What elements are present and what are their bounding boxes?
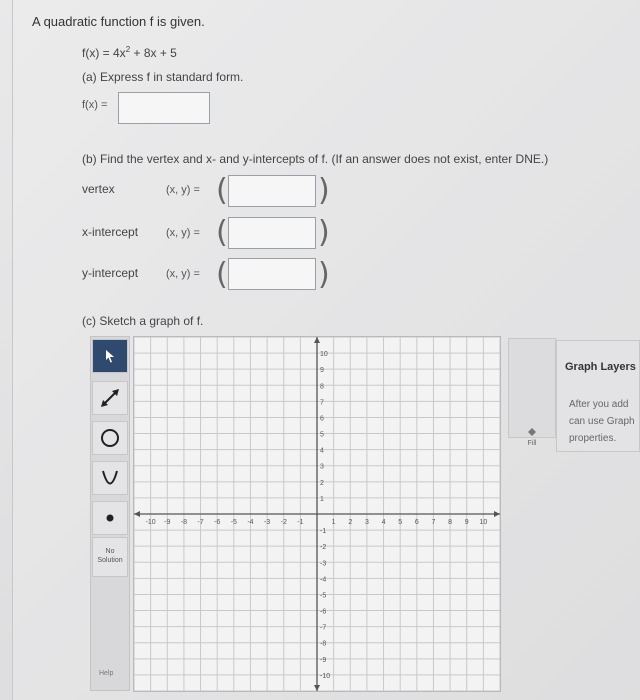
point-icon bbox=[106, 514, 114, 522]
function-rhs: + 8x + 5 bbox=[130, 46, 177, 60]
vertex-xy-label: (x, y) = bbox=[166, 184, 200, 196]
open-paren-icon: ( bbox=[216, 257, 228, 292]
x-tick-label: -4 bbox=[247, 519, 253, 526]
standard-form-input[interactable] bbox=[118, 92, 210, 124]
help-link[interactable]: Help bbox=[99, 670, 113, 677]
x-intercept-input[interactable] bbox=[228, 217, 316, 249]
y-tick-label: -7 bbox=[320, 625, 326, 632]
x-intercept-xy-label: (x, y) = bbox=[166, 227, 200, 239]
fill-bucket-icon bbox=[528, 428, 536, 436]
part-a-instruction: (a) Express f in standard form. bbox=[82, 70, 244, 84]
select-tool-button[interactable] bbox=[92, 339, 128, 373]
x-axis-arrow-icon bbox=[134, 511, 140, 517]
close-paren-icon: ) bbox=[318, 173, 330, 208]
fill-button[interactable]: Fill bbox=[512, 426, 552, 462]
open-paren-icon: ( bbox=[216, 173, 228, 208]
function-definition: f(x) = 4x2 + 8x + 5 bbox=[82, 45, 177, 60]
y-intercept-xy-label: (x, y) = bbox=[166, 268, 200, 280]
y-tick-label: -3 bbox=[320, 560, 326, 567]
x-tick-label: 6 bbox=[415, 519, 419, 526]
x-tick-label: 1 bbox=[332, 519, 336, 526]
line-tool-button[interactable] bbox=[92, 381, 128, 415]
y-intercept-label: y-intercept bbox=[82, 266, 139, 280]
line-icon bbox=[101, 389, 119, 407]
y-tick-label: 6 bbox=[320, 415, 324, 422]
y-tick-label: -2 bbox=[320, 544, 326, 551]
graph-layers-panel: Graph Layers After you add can use Graph… bbox=[556, 340, 640, 452]
vertex-label: vertex bbox=[82, 182, 115, 196]
graph-toolbar: No Solution Help bbox=[90, 336, 130, 691]
close-paren-icon: ) bbox=[318, 257, 330, 292]
x-tick-label: -9 bbox=[164, 519, 170, 526]
circle-tool-button[interactable] bbox=[92, 421, 128, 455]
x-axis-arrow-icon bbox=[494, 511, 500, 517]
x-tick-label: 8 bbox=[448, 519, 452, 526]
x-intercept-label: x-intercept bbox=[82, 225, 139, 239]
graph-layers-line: can use Graph bbox=[569, 416, 635, 427]
y-tick-label: 5 bbox=[320, 432, 324, 439]
y-axis-arrow-icon bbox=[314, 685, 320, 691]
x-tick-label: 4 bbox=[382, 519, 386, 526]
y-tick-label: 1 bbox=[320, 496, 324, 503]
x-tick-label: -8 bbox=[181, 519, 187, 526]
y-tick-label: 4 bbox=[320, 448, 324, 455]
x-tick-label: -1 bbox=[297, 519, 303, 526]
function-lhs: f(x) = 4x bbox=[82, 46, 126, 60]
x-tick-label: 2 bbox=[348, 519, 352, 526]
part-c-instruction: (c) Sketch a graph of f. bbox=[82, 314, 204, 328]
y-tick-label: -5 bbox=[320, 592, 326, 599]
close-paren-icon: ) bbox=[318, 215, 330, 250]
x-tick-label: -3 bbox=[264, 519, 270, 526]
graph-layers-title: Graph Layers bbox=[565, 361, 636, 373]
y-tick-label: -6 bbox=[320, 609, 326, 616]
y-intercept-input[interactable] bbox=[228, 258, 316, 290]
graph-layers-line: After you add bbox=[569, 399, 629, 410]
graph-layers-line: properties. bbox=[569, 433, 617, 444]
circle-icon bbox=[101, 429, 119, 447]
question-prompt: A quadratic function f is given. bbox=[32, 14, 205, 29]
x-tick-label: -2 bbox=[281, 519, 287, 526]
x-tick-label: -5 bbox=[231, 519, 237, 526]
y-tick-label: -9 bbox=[320, 657, 326, 664]
y-tick-label: -8 bbox=[320, 641, 326, 648]
y-tick-label: -4 bbox=[320, 576, 326, 583]
graph-layers-text: After you add can use Graph properties. bbox=[569, 396, 635, 447]
y-tick-label: 10 bbox=[320, 351, 328, 358]
fill-panel bbox=[508, 338, 556, 438]
y-tick-label: -10 bbox=[320, 673, 330, 680]
y-tick-label: 7 bbox=[320, 399, 324, 406]
no-solution-button[interactable]: No Solution bbox=[92, 537, 128, 577]
graph-canvas[interactable]: -10 -9 -8 -7 -6 -5 -4 -3 -2 -1 1 2 3 4 5 6 7 8 9 10 10 9 8 7 6 5 4… bbox=[133, 336, 501, 692]
y-axis-arrow-icon bbox=[314, 337, 320, 343]
vertex-input[interactable] bbox=[228, 175, 316, 207]
x-tick-label: 5 bbox=[398, 519, 402, 526]
part-b-instruction: (b) Find the vertex and x- and y-interce… bbox=[82, 152, 549, 166]
x-tick-label: 9 bbox=[465, 519, 469, 526]
x-tick-label: -10 bbox=[146, 519, 156, 526]
y-tick-label: 3 bbox=[320, 464, 324, 471]
x-tick-label: -7 bbox=[197, 519, 203, 526]
x-tick-label: 10 bbox=[479, 519, 487, 526]
x-tick-label: 3 bbox=[365, 519, 369, 526]
open-paren-icon: ( bbox=[216, 215, 228, 250]
point-tool-button[interactable] bbox=[92, 501, 128, 535]
parabola-icon bbox=[102, 470, 118, 485]
y-tick-label: -1 bbox=[320, 528, 326, 535]
y-tick-label: 2 bbox=[320, 480, 324, 487]
y-tick-label: 8 bbox=[320, 383, 324, 390]
standard-form-label: f(x) = bbox=[82, 99, 108, 111]
y-tick-label: 9 bbox=[320, 367, 324, 374]
fill-label: Fill bbox=[527, 440, 537, 447]
x-tick-label: -6 bbox=[214, 519, 220, 526]
arrow-icon bbox=[106, 350, 114, 363]
x-tick-label: 7 bbox=[432, 519, 436, 526]
coordinate-grid[interactable]: -10 -9 -8 -7 -6 -5 -4 -3 -2 -1 1 2 3 4 5 6 7 8 9 10 10 9 8 7 6 5 4… bbox=[134, 337, 500, 691]
parabola-tool-button[interactable] bbox=[92, 461, 128, 495]
